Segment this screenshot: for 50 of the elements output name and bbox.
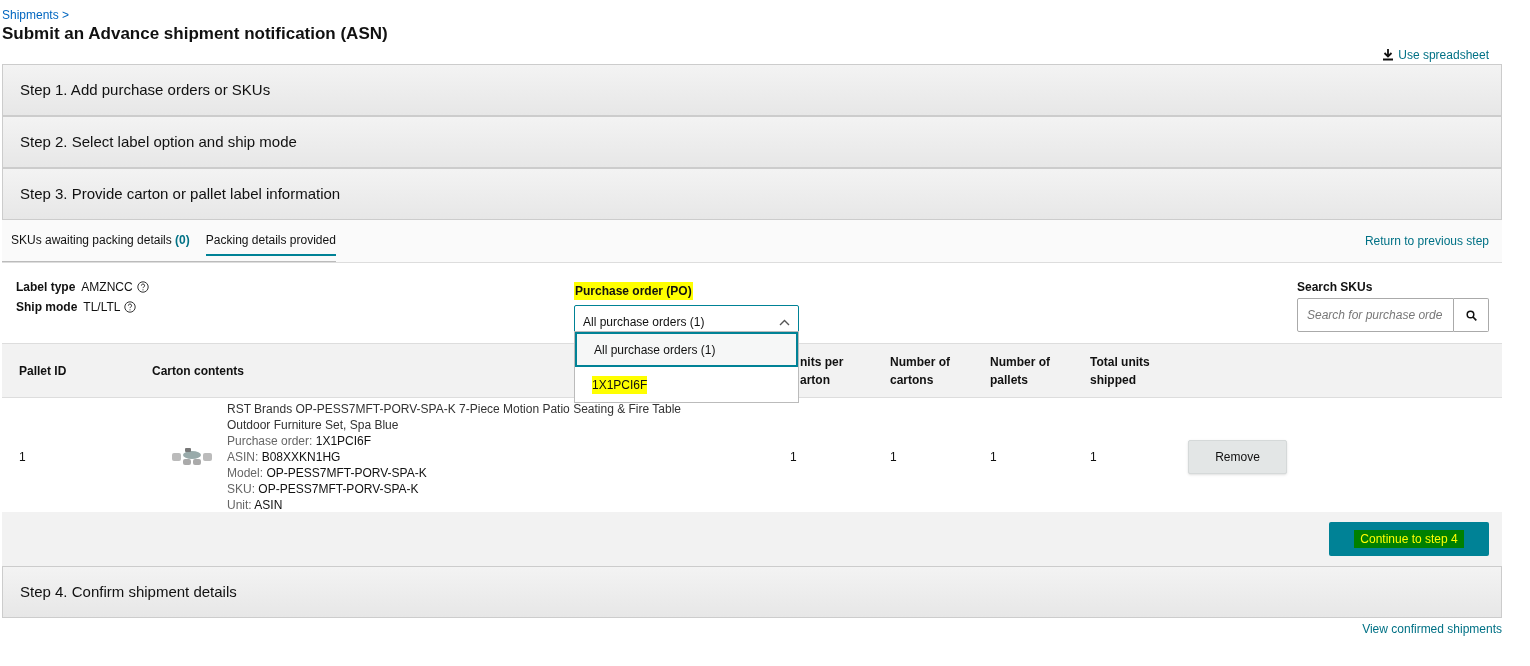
spreadsheet-link[interactable]: Use spreadsheet: [1382, 46, 1489, 64]
table-cell: 1: [19, 450, 26, 464]
dropdown-option[interactable]: 1X1PCI6F: [575, 367, 798, 402]
detail-label: SKU:: [227, 482, 255, 496]
tab[interactable]: Packing details provided: [205, 225, 336, 256]
continue-button[interactable]: Continue to step 4: [1329, 522, 1489, 556]
download-icon: [1382, 49, 1395, 61]
step-header[interactable]: Step 1. Add purchase orders or SKUs: [2, 64, 1502, 116]
tab[interactable]: SKUs awaiting packing details (0): [11, 225, 190, 256]
detail-label: Unit:: [227, 498, 252, 512]
column-header: Pallet ID: [19, 362, 67, 380]
column-header: Carton contents: [152, 362, 244, 380]
field-label: Search SKUs: [1297, 279, 1374, 296]
search-button[interactable]: [1454, 298, 1489, 332]
breadcrumb-link[interactable]: Shipments >: [2, 6, 1530, 24]
info-label: Ship mode: [16, 299, 78, 316]
table-cell: 1: [990, 450, 997, 464]
page-title: Submit an Advance shipment notification (ASN): [2, 24, 389, 44]
dropdown-option[interactable]: All purchase orders (1): [575, 332, 798, 367]
column-header: nits per arton: [800, 353, 845, 389]
info-value: TL/LTL: [83, 299, 121, 316]
table-cell: 1: [790, 450, 797, 464]
detail-label: Purchase order:: [227, 434, 313, 448]
step-header[interactable]: Step 4. Confirm shipment details: [2, 566, 1502, 618]
info-value: AMZNCC: [81, 279, 133, 296]
detail-value: B08XXKN1HG: [261, 450, 341, 464]
column-header: Number of pallets: [990, 353, 1051, 389]
step-header[interactable]: Step 3. Provide carton or pallet label information: [2, 168, 1502, 220]
detail-value: OP-PESS7MFT-PORV-SPA-K: [258, 482, 419, 496]
product-title: RST Brands OP-PESS7MFT-PORV-SPA-K 7-Piece Motion Patio Seating & Fire Table Outdoor Furniture Set, Spa Blue: [227, 401, 682, 433]
table-cell: 1: [1090, 450, 1097, 464]
detail-value: ASIN: [254, 498, 283, 512]
detail-value: OP-PESS7MFT-PORV-SPA-K: [266, 466, 427, 480]
column-header: Total units shipped: [1090, 353, 1151, 389]
help-icon[interactable]: [124, 301, 137, 313]
table-cell: 1: [890, 450, 897, 464]
remove-button[interactable]: Remove: [1188, 440, 1287, 474]
search-icon: [1465, 309, 1477, 321]
detail-value: 1X1PCI6F: [315, 434, 372, 448]
help-icon[interactable]: [136, 281, 149, 293]
detail-label: ASIN:: [227, 450, 259, 464]
return-link[interactable]: Return to previous step: [1364, 232, 1502, 250]
info-label: Label type: [16, 279, 76, 296]
field-label: Purchase order (PO): [574, 282, 693, 300]
step-header[interactable]: Step 2. Select label option and ship mode: [2, 116, 1502, 168]
search-field[interactable]: Search for purchase orde: [1297, 298, 1454, 332]
detail-label: Model:: [227, 466, 264, 480]
column-header: Number of cartons: [890, 353, 951, 389]
chevron-icon: [779, 318, 790, 326]
view-shipments-link[interactable]: View confirmed shipments: [1362, 620, 1502, 638]
